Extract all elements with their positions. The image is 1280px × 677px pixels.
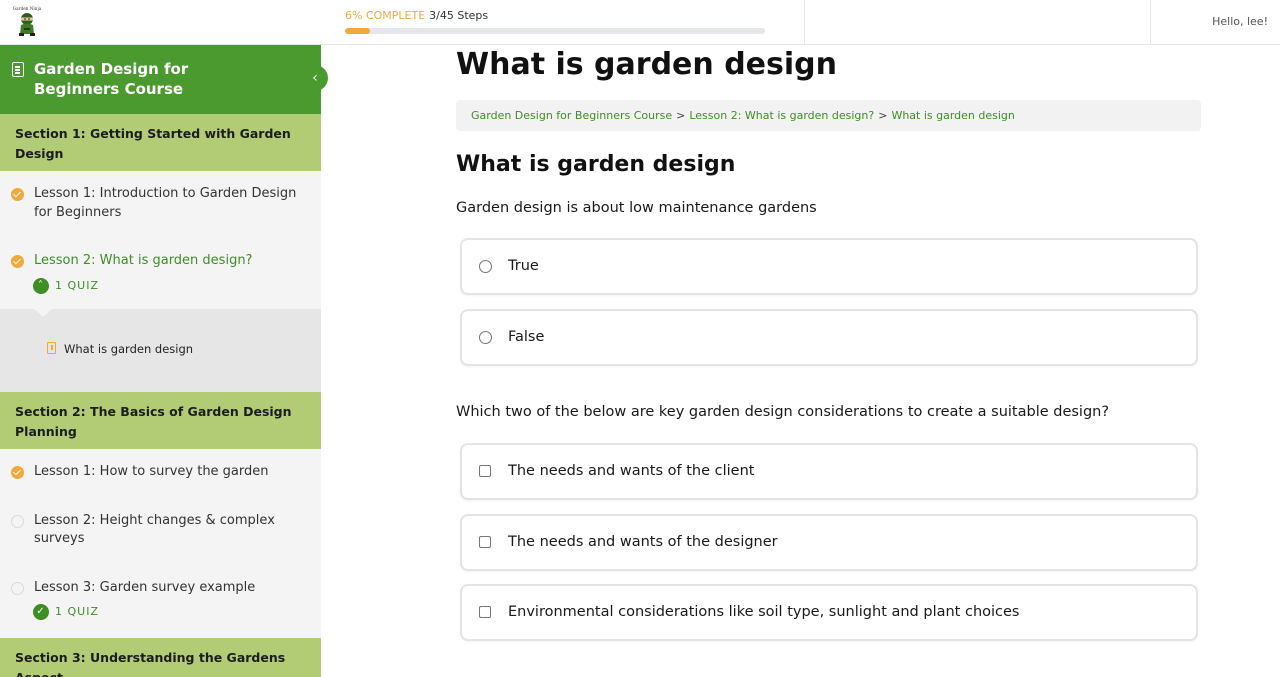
breadcrumb-separator: > bbox=[878, 109, 888, 122]
sidebar-lesson[interactable]: Lesson 1: Introduction to Garden Design … bbox=[0, 185, 321, 222]
sidebar-lesson-active[interactable]: Lesson 2: What is garden design? ˄ 1 QUI… bbox=[0, 252, 321, 295]
course-document-icon bbox=[12, 62, 24, 77]
logo-text: Garden Ninja bbox=[13, 6, 42, 11]
answer-option[interactable]: The needs and wants of the client bbox=[460, 443, 1198, 500]
collapse-sidebar-button[interactable]: ‹ bbox=[302, 65, 328, 91]
answer-option[interactable]: True bbox=[460, 238, 1198, 295]
answer-label: True bbox=[508, 258, 539, 274]
answer-option[interactable]: The needs and wants of the designer bbox=[460, 514, 1198, 571]
answer-label: The needs and wants of the designer bbox=[508, 534, 778, 550]
quiz-item[interactable]: What is garden design bbox=[47, 342, 193, 356]
check-circle-icon bbox=[11, 466, 24, 479]
header-divider bbox=[1150, 0, 1151, 45]
section-header[interactable]: Section 2: The Basics of Garden Design P… bbox=[0, 392, 321, 449]
chevron-left-icon: ‹ bbox=[312, 70, 318, 86]
lesson-label: Lesson 1: Introduction to Garden Design … bbox=[34, 186, 297, 220]
progress-bar bbox=[345, 28, 765, 34]
breadcrumb-link[interactable]: Garden Design for Beginners Course bbox=[471, 109, 672, 122]
answer-option[interactable]: False bbox=[460, 309, 1198, 366]
quiz-document-icon bbox=[47, 342, 56, 354]
top-bar: Garden Ninja 6% COMPLETE 3/45 Steps Hello… bbox=[0, 0, 1280, 45]
incomplete-circle-icon bbox=[11, 514, 24, 528]
quiz-count-label: 1 QUIZ bbox=[55, 605, 99, 618]
quiz-count-label: 1 QUIZ bbox=[55, 278, 99, 292]
page-title: What is garden design bbox=[456, 47, 837, 82]
chevron-up-icon: ˄ bbox=[33, 277, 49, 294]
course-progress: 6% COMPLETE 3/45 Steps bbox=[345, 9, 765, 34]
radio-button[interactable] bbox=[479, 331, 492, 344]
answer-option[interactable]: Environmental considerations like soil t… bbox=[460, 584, 1198, 641]
check-circle-icon bbox=[11, 255, 24, 268]
lesson-label: Lesson 3: Garden survey example bbox=[34, 579, 256, 595]
sidebar-course-title: Garden Design for Beginners Course bbox=[34, 60, 189, 98]
checkbox[interactable] bbox=[479, 465, 491, 477]
quiz-toggle[interactable]: ✓ 1 QUIZ bbox=[33, 603, 301, 622]
question-text: Which two of the below are key garden de… bbox=[456, 404, 1110, 420]
progress-steps: 3/45 Steps bbox=[429, 9, 489, 22]
quiz-title: What is garden design bbox=[456, 152, 736, 177]
check-circle-icon bbox=[11, 188, 24, 201]
answer-label: Environmental considerations like soil t… bbox=[508, 604, 1020, 620]
checkbox[interactable] bbox=[479, 606, 491, 618]
breadcrumb-current[interactable]: What is garden design bbox=[891, 109, 1014, 122]
check-icon: ✓ bbox=[33, 604, 49, 621]
quiz-toggle[interactable]: ˄ 1 QUIZ bbox=[33, 277, 301, 296]
breadcrumb: Garden Design for Beginners Course > Lesso… bbox=[456, 100, 1201, 131]
incomplete-circle-icon bbox=[11, 581, 24, 595]
course-sidebar: Garden Design for Beginners Course Secti… bbox=[0, 45, 321, 677]
progress-percent: 6% COMPLETE bbox=[345, 9, 426, 22]
radio-button[interactable] bbox=[479, 260, 492, 273]
lesson-label: Lesson 2: What is garden design? bbox=[34, 253, 253, 268]
sidebar-lesson[interactable]: Lesson 3: Garden survey example ✓ 1 QUIZ bbox=[0, 579, 321, 622]
garden-ninja-logo[interactable]: Garden Ninja bbox=[10, 4, 44, 38]
answer-label: The needs and wants of the client bbox=[508, 463, 755, 479]
sidebar-lesson[interactable]: Lesson 1: How to survey the garden bbox=[0, 463, 321, 482]
sidebar-lesson[interactable]: Lesson 2: Height changes & complex surve… bbox=[0, 512, 321, 549]
sidebar-course-header[interactable]: Garden Design for Beginners Course bbox=[0, 45, 321, 114]
answer-label: False bbox=[508, 329, 545, 345]
lesson-label: Lesson 1: How to survey the garden bbox=[34, 464, 269, 479]
question-text: Garden design is about low maintenance g… bbox=[456, 200, 817, 216]
checkbox[interactable] bbox=[479, 536, 491, 548]
lesson-label: Lesson 2: Height changes & complex surve… bbox=[34, 512, 275, 547]
quiz-list: What is garden design bbox=[0, 309, 321, 392]
user-greeting[interactable]: Hello, lee! bbox=[1212, 15, 1268, 28]
breadcrumb-separator: > bbox=[676, 109, 686, 122]
section-header[interactable]: Section 3: Understanding the Gardens Asp… bbox=[0, 637, 321, 677]
section-header[interactable]: Section 1: Getting Started with Garden D… bbox=[0, 114, 321, 171]
progress-bar-fill bbox=[345, 28, 371, 34]
breadcrumb-link[interactable]: Lesson 2: What is garden design? bbox=[689, 109, 874, 122]
quiz-item-label: What is garden design bbox=[64, 342, 194, 356]
header-divider bbox=[804, 0, 805, 45]
